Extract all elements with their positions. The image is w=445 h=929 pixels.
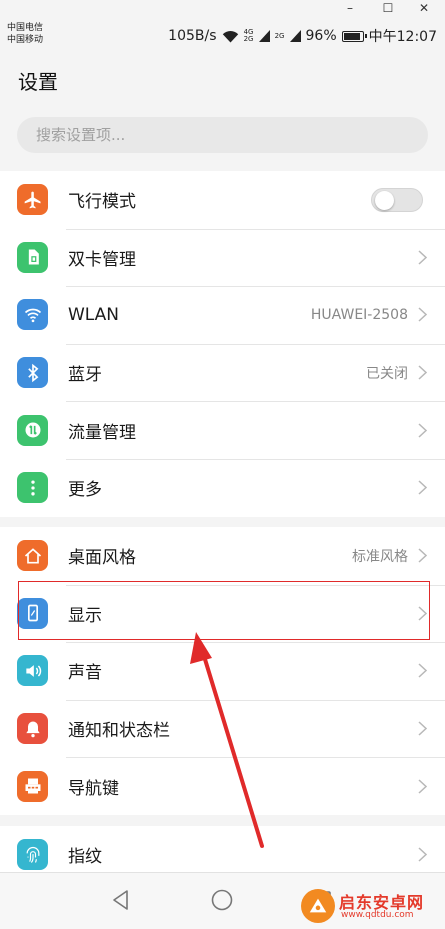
minimize-button[interactable]: – <box>333 0 367 18</box>
row-dual-sim[interactable]: 双卡管理 <box>0 228 445 287</box>
fingerprint-icon <box>17 839 48 871</box>
row-notification[interactable]: 通知和状态栏 <box>0 699 445 758</box>
row-data-usage[interactable]: 流量管理 <box>0 401 445 459</box>
navigation-key-icon <box>17 770 48 802</box>
row-airplane-mode[interactable]: 飞行模式 <box>0 171 445 229</box>
carrier-2: 中国移动 <box>7 35 44 45</box>
chevron-right-icon <box>418 250 427 265</box>
chevron-right-icon <box>418 847 427 862</box>
sound-icon <box>17 655 48 687</box>
row-label: 双卡管理 <box>68 249 136 270</box>
chevron-right-icon <box>418 779 427 794</box>
sim-card-icon <box>17 241 48 273</box>
chevron-right-icon <box>418 365 427 380</box>
wifi-status-icon <box>222 30 238 42</box>
network-speed: 105B/s <box>168 28 217 44</box>
settings-group-device: 桌面风格 标准风格 显示 声音 通知和状态栏 导航键 <box>0 527 445 815</box>
row-wlan[interactable]: WLAN HUAWEI-2508 <box>0 286 445 344</box>
back-button[interactable] <box>108 887 134 913</box>
maximize-button[interactable]: ☐ <box>371 0 405 18</box>
row-home-style[interactable]: 桌面风格 标准风格 <box>0 527 445 585</box>
row-label: 通知和状态栏 <box>68 721 170 742</box>
row-sound[interactable]: 声音 <box>0 642 445 700</box>
watermark-logo <box>301 889 335 923</box>
clock: 中午12:07 <box>368 29 437 45</box>
bluetooth-icon <box>17 357 48 389</box>
row-bluetooth[interactable]: 蓝牙 已关闭 <box>0 343 445 402</box>
battery-percent: 96% <box>305 28 337 44</box>
search-input[interactable] <box>17 117 428 153</box>
settings-group-network: 飞行模式 双卡管理 WLAN HUAWEI-2508 蓝牙 已关闭 流量管理 更… <box>0 171 445 517</box>
chevron-right-icon <box>418 548 427 563</box>
data-usage-icon <box>17 414 48 446</box>
row-value: HUAWEI-2508 <box>310 306 408 323</box>
row-label: 蓝牙 <box>68 365 102 386</box>
row-label: 飞行模式 <box>68 192 136 213</box>
chevron-right-icon <box>418 423 427 438</box>
row-label: 导航键 <box>68 778 119 799</box>
status-bar: 中国电信 中国移动 105B/s 4G 2G 2G 96% 中午12:07 <box>0 18 445 52</box>
chevron-right-icon <box>418 480 427 495</box>
row-label: 声音 <box>68 663 102 684</box>
watermark: 启东安卓网 www.qdtdu.com <box>293 887 443 927</box>
row-label: 流量管理 <box>68 422 136 443</box>
page-title: 设置 <box>18 70 58 94</box>
row-navigation-key[interactable]: 导航键 <box>0 757 445 815</box>
chevron-right-icon <box>418 606 427 621</box>
carrier-1: 中国电信 <box>7 23 44 33</box>
row-label: 指纹 <box>68 847 102 868</box>
signal-2-icon <box>289 30 301 42</box>
close-button[interactable]: ✕ <box>407 0 441 18</box>
home-icon <box>17 540 48 572</box>
row-display[interactable]: 显示 <box>0 584 445 643</box>
battery-icon <box>341 30 367 42</box>
airplane-mode-toggle[interactable] <box>371 187 423 212</box>
wifi-icon <box>17 299 48 331</box>
network-type-2: 2G <box>274 31 285 40</box>
chevron-right-icon <box>418 721 427 736</box>
row-value: 已关闭 <box>366 365 408 382</box>
airplane-icon <box>17 184 48 216</box>
chevron-right-icon <box>418 307 427 323</box>
chevron-right-icon <box>418 663 427 679</box>
row-value: 标准风格 <box>352 548 408 565</box>
row-label: WLAN <box>68 304 120 325</box>
row-label: 显示 <box>68 605 102 626</box>
more-icon <box>17 472 48 504</box>
row-label: 桌面风格 <box>68 548 136 569</box>
window-title-bar: – ☐ ✕ <box>0 0 445 18</box>
network-type-1: 4G 2G <box>243 28 254 43</box>
watermark-url: www.qdtdu.com <box>341 910 414 920</box>
display-icon <box>17 597 48 629</box>
notification-icon <box>17 713 48 745</box>
signal-1-icon <box>258 30 270 42</box>
home-button[interactable] <box>209 887 235 913</box>
row-more[interactable]: 更多 <box>0 458 445 517</box>
carrier-names: 中国电信 中国移动 <box>7 22 43 46</box>
row-label: 更多 <box>68 480 102 501</box>
